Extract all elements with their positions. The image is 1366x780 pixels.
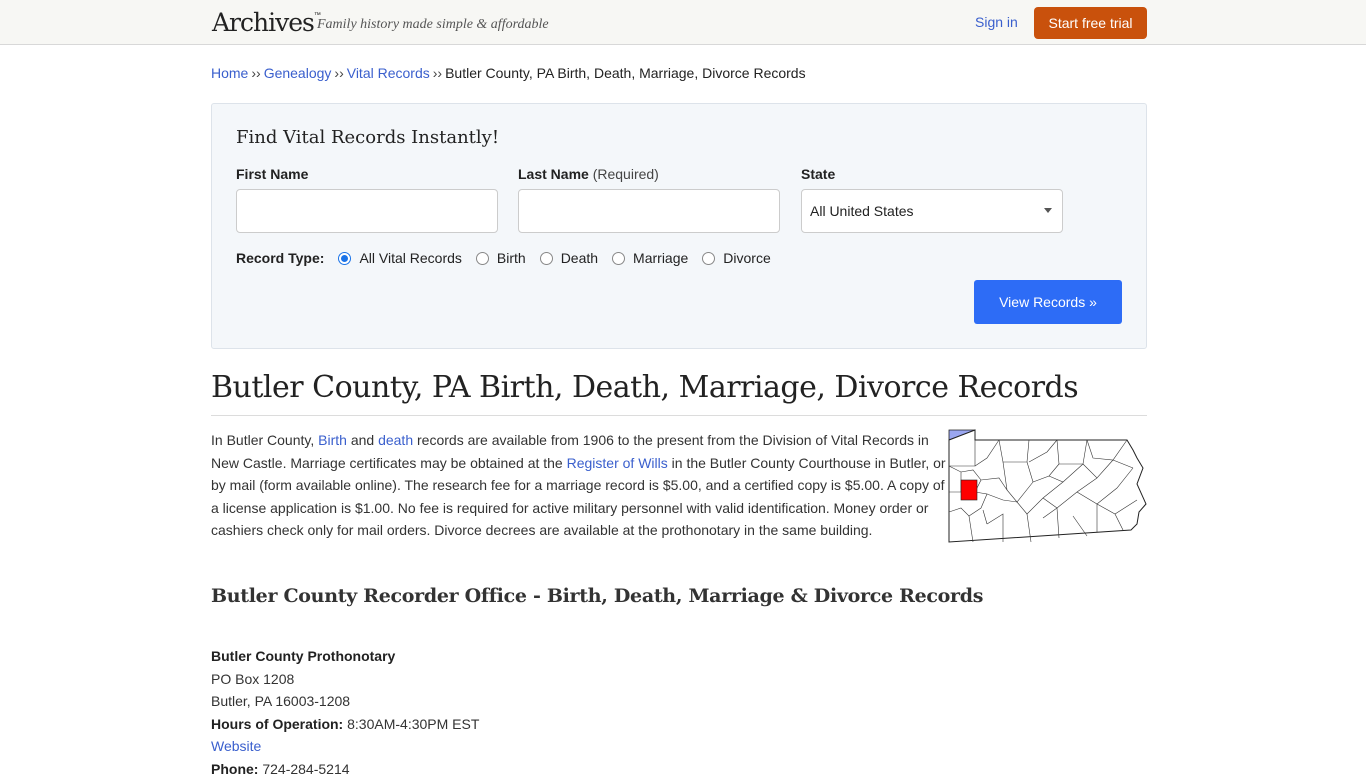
radio-all-vital-records[interactable]: All Vital Records <box>338 250 461 266</box>
phone-value: 724-284-5214 <box>262 761 349 777</box>
pennsylvania-county-map <box>947 428 1147 544</box>
intro-text: and <box>347 432 378 448</box>
top-bar: Archives™ Family history made simple & a… <box>0 0 1366 45</box>
radio-death[interactable]: Death <box>540 250 598 266</box>
intro-paragraph: In Butler County, Birth and death record… <box>211 429 947 542</box>
last-name-label: Last Name (Required) <box>518 166 659 182</box>
office-address-line1: PO Box 1208 <box>211 668 479 691</box>
last-name-input[interactable] <box>518 189 780 233</box>
register-of-wills-link[interactable]: Register of Wills <box>567 455 668 471</box>
breadcrumb-home[interactable]: Home <box>211 65 248 81</box>
tagline: Family history made simple & affordable <box>317 17 549 33</box>
radio-button[interactable] <box>612 252 625 265</box>
first-name-label-text: First Name <box>236 166 308 182</box>
radio-button[interactable] <box>702 252 715 265</box>
phone-label: Phone: <box>211 761 258 777</box>
state-outline <box>949 430 1146 542</box>
view-records-button[interactable]: View Records » <box>974 280 1122 324</box>
radio-birth[interactable]: Birth <box>476 250 526 266</box>
radio-label: Death <box>561 250 598 266</box>
birth-link[interactable]: Birth <box>318 432 347 448</box>
radio-label: Marriage <box>633 250 688 266</box>
office-address-line2: Butler, PA 16003-1208 <box>211 690 479 713</box>
radio-label: Birth <box>497 250 526 266</box>
breadcrumb-vital-records[interactable]: Vital Records <box>347 65 430 81</box>
recorder-office-heading: Butler County Recorder Office - Birth, D… <box>211 585 983 607</box>
radio-divorce[interactable]: Divorce <box>702 250 770 266</box>
breadcrumb-separator: ›› <box>433 65 442 81</box>
chevron-down-icon <box>1044 208 1052 213</box>
butler-county-highlight <box>961 480 977 500</box>
search-form: Find Vital Records Instantly! First Name… <box>211 103 1147 349</box>
breadcrumb-separator: ›› <box>334 65 343 81</box>
page-title: Butler County, PA Birth, Death, Marriage… <box>211 370 1147 416</box>
radio-button[interactable] <box>540 252 553 265</box>
radio-label: All Vital Records <box>359 250 461 266</box>
sign-in-link[interactable]: Sign in <box>975 14 1018 30</box>
office-website-link[interactable]: Website <box>211 738 261 754</box>
breadcrumb-genealogy[interactable]: Genealogy <box>264 65 332 81</box>
office-hours: Hours of Operation: 8:30AM-4:30PM EST <box>211 713 479 736</box>
breadcrumb-current: Butler County, PA Birth, Death, Marriage… <box>445 65 806 81</box>
state-select[interactable]: All United States <box>801 189 1063 233</box>
radio-button[interactable] <box>476 252 489 265</box>
required-note: (Required) <box>593 166 659 182</box>
death-link[interactable]: death <box>378 432 413 448</box>
breadcrumb: Home››Genealogy››Vital Records››Butler C… <box>211 65 806 81</box>
intro-text: In Butler County, <box>211 432 318 448</box>
record-type-label: Record Type: <box>236 250 324 266</box>
hours-label: Hours of Operation: <box>211 716 343 732</box>
first-name-label: First Name <box>236 166 308 182</box>
radio-label: Divorce <box>723 250 770 266</box>
radio-marriage[interactable]: Marriage <box>612 250 688 266</box>
breadcrumb-separator: ›› <box>251 65 260 81</box>
office-name: Butler County Prothonotary <box>211 645 479 668</box>
search-title: Find Vital Records Instantly! <box>236 127 499 148</box>
logo-text: Archives <box>212 8 314 37</box>
start-free-trial-button[interactable]: Start free trial <box>1034 7 1147 39</box>
state-select-value: All United States <box>810 203 914 219</box>
first-name-input[interactable] <box>236 189 498 233</box>
record-type-group: Record Type: All Vital Records Birth Dea… <box>236 250 785 266</box>
last-name-label-text: Last Name <box>518 166 589 182</box>
state-label: State <box>801 166 835 182</box>
office-phone: Phone: 724-284-5214 <box>211 758 479 780</box>
radio-button[interactable] <box>338 252 351 265</box>
hours-value: 8:30AM-4:30PM EST <box>347 716 479 732</box>
logo[interactable]: Archives™ <box>212 8 321 37</box>
office-details: Butler County Prothonotary PO Box 1208 B… <box>211 645 479 780</box>
